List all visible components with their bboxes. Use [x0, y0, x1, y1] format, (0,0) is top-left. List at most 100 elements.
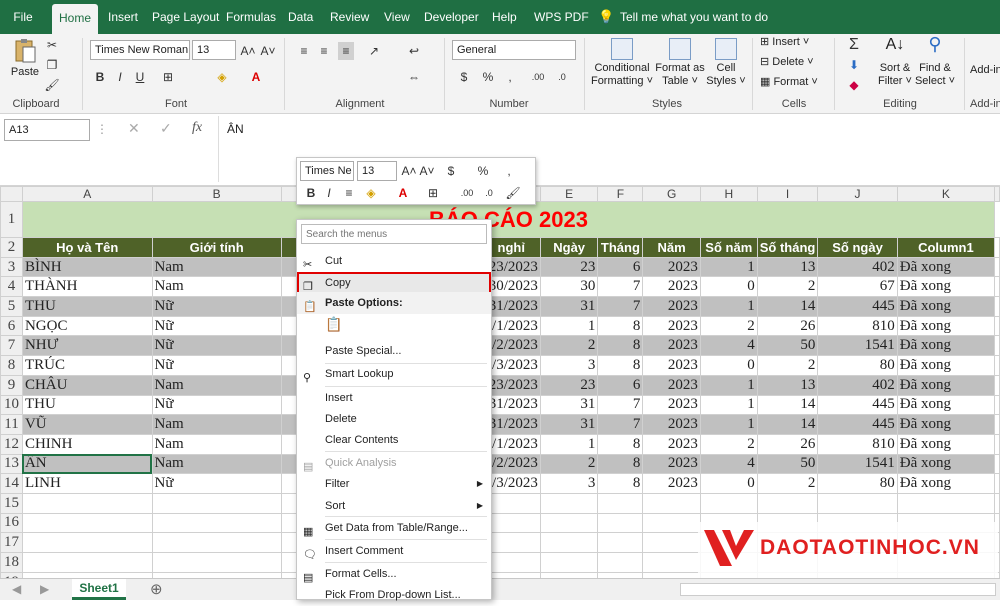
row-header[interactable]: 12 [0, 433, 23, 455]
tell-me-search[interactable]: Tell me what you want to do [616, 0, 768, 34]
increase-decimal-icon[interactable]: .00 [528, 68, 548, 86]
mini-increase-decimal-icon[interactable]: .00 [457, 184, 477, 202]
mini-borders-icon[interactable]: ⊞ [425, 184, 441, 202]
column-header[interactable]: G [642, 186, 701, 202]
table-cell[interactable]: 2023 [642, 433, 701, 455]
table-cell[interactable]: 80 [817, 355, 898, 376]
mini-fill-color-icon[interactable]: ◈ [363, 184, 379, 202]
table-cell[interactable]: 1 [699, 374, 758, 396]
table-cell[interactable]: 3 [539, 355, 599, 376]
italic-icon[interactable]: I [112, 68, 128, 86]
table-header-cell[interactable]: Số tháng [756, 237, 819, 258]
table-cell[interactable]: 1 [699, 256, 758, 278]
row-header[interactable]: 11 [0, 414, 23, 435]
sheet-tab-sheet1[interactable]: Sheet1 [72, 579, 126, 600]
row-header[interactable]: 6 [0, 315, 23, 337]
orientation-icon[interactable]: ↗ [366, 42, 382, 60]
table-cell[interactable]: Đã xong [896, 374, 996, 396]
table-cell[interactable] [21, 552, 153, 573]
table-cell[interactable] [597, 512, 644, 534]
table-cell[interactable]: 3 [539, 473, 599, 494]
table-cell[interactable] [151, 512, 282, 534]
table-cell[interactable]: 2 [539, 453, 599, 475]
table-header-cell[interactable]: Họ và Tên [21, 237, 153, 258]
format-painter-icon[interactable]: 🖌 [44, 76, 60, 94]
table-cell[interactable]: Nam [151, 374, 282, 396]
mini-bold-icon[interactable]: B [303, 184, 319, 202]
menu-item-pick-dropdown[interactable]: Pick From Drop-down List... [297, 584, 491, 606]
table-cell[interactable]: 26 [756, 433, 819, 455]
table-cell[interactable]: 31 [539, 394, 599, 416]
table-cell[interactable]: 67 [817, 276, 898, 298]
format-cells-button[interactable]: ▦ Format ˅ [760, 76, 818, 89]
table-cell[interactable]: 14 [756, 296, 819, 317]
table-cell[interactable]: 445 [817, 394, 898, 416]
tab-file[interactable]: File [8, 0, 38, 34]
table-cell[interactable]: Đã xong [896, 276, 996, 298]
bold-icon[interactable]: B [92, 68, 108, 86]
mini-font-size-select[interactable]: 13 [357, 161, 397, 181]
tab-developer[interactable]: Developer [420, 0, 479, 34]
table-cell[interactable] [597, 532, 644, 553]
table-cell[interactable] [756, 492, 819, 514]
enter-icon[interactable]: ✓ [160, 120, 172, 137]
align-bottom-icon[interactable]: ≡ [338, 42, 354, 60]
table-cell[interactable]: THU [21, 296, 153, 317]
align-middle-icon[interactable]: ≡ [316, 42, 332, 60]
table-cell[interactable]: NHƯ [21, 335, 153, 357]
table-cell[interactable]: 7 [597, 276, 644, 298]
table-cell[interactable]: VŨ [21, 414, 153, 435]
table-header-cell[interactable]: Số ngày [817, 237, 898, 258]
tab-home[interactable]: Home [52, 4, 98, 34]
column-header[interactable]: A [21, 186, 153, 202]
table-cell[interactable]: 2023 [642, 276, 701, 298]
table-cell[interactable]: Đã xong [896, 335, 996, 357]
table-cell[interactable]: 2023 [642, 394, 701, 416]
table-cell[interactable]: 1541 [817, 335, 898, 357]
table-cell[interactable]: 6 [597, 374, 644, 396]
increase-font-icon[interactable]: A˄ [240, 42, 256, 60]
table-cell[interactable]: 13 [756, 256, 819, 278]
paste-option-icon[interactable]: 📋 [325, 316, 345, 338]
table-cell[interactable]: 23 [539, 374, 599, 396]
table-cell[interactable]: Nữ [151, 355, 282, 376]
table-cell[interactable]: BÌNH [21, 256, 153, 278]
scroll-left-icon[interactable]: ◀ [12, 582, 21, 596]
table-cell[interactable]: 0 [699, 276, 758, 298]
table-cell[interactable]: 2023 [642, 335, 701, 357]
table-cell[interactable]: Đã xong [896, 394, 996, 416]
mini-decrease-font-icon[interactable]: A˅ [419, 162, 435, 180]
table-cell[interactable]: Nam [151, 276, 282, 298]
table-cell[interactable]: Đã xong [896, 296, 996, 317]
table-cell[interactable]: Đã xong [896, 315, 996, 337]
menu-item-format-cells[interactable]: ▤ Format Cells... [297, 563, 491, 585]
tab-wps-pdf[interactable]: WPS PDF [530, 0, 589, 34]
row-header[interactable]: 1 [0, 201, 23, 238]
table-cell[interactable] [151, 492, 282, 514]
table-cell[interactable]: 1 [539, 315, 599, 337]
table-cell[interactable]: 810 [817, 433, 898, 455]
table-cell[interactable]: 0 [699, 355, 758, 376]
column-header[interactable]: F [597, 186, 644, 202]
table-cell[interactable] [994, 492, 1000, 514]
table-cell[interactable]: 8 [597, 453, 644, 475]
table-cell[interactable]: 1 [699, 414, 758, 435]
table-cell[interactable]: Nam [151, 433, 282, 455]
table-cell[interactable] [642, 492, 701, 514]
table-cell[interactable]: Nam [151, 256, 282, 278]
row-header[interactable]: 3 [0, 256, 23, 278]
menu-item-insert-comment[interactable]: 🗨 Insert Comment [297, 540, 491, 562]
table-cell[interactable]: 26 [756, 315, 819, 337]
percent-icon[interactable]: % [480, 68, 496, 86]
worksheet-grid[interactable]: ABCDEFGHIJK 1 BÁO CÁO 2023 2 Họ và TênGi… [0, 186, 1000, 578]
table-cell[interactable]: 445 [817, 296, 898, 317]
mini-align-icon[interactable]: ≡ [341, 184, 357, 202]
mini-italic-icon[interactable]: I [321, 184, 337, 202]
row-header[interactable]: 13 [0, 453, 23, 475]
mini-font-name-select[interactable]: Times Ne [300, 161, 354, 181]
table-cell[interactable]: 1541 [817, 453, 898, 475]
wrap-text-icon[interactable]: ↩ [406, 42, 422, 60]
add-sheet-button[interactable]: ⊕ [150, 580, 163, 598]
delete-cells-button[interactable]: ⊟ Delete ˅ [760, 56, 814, 69]
table-cell[interactable]: 8 [597, 335, 644, 357]
